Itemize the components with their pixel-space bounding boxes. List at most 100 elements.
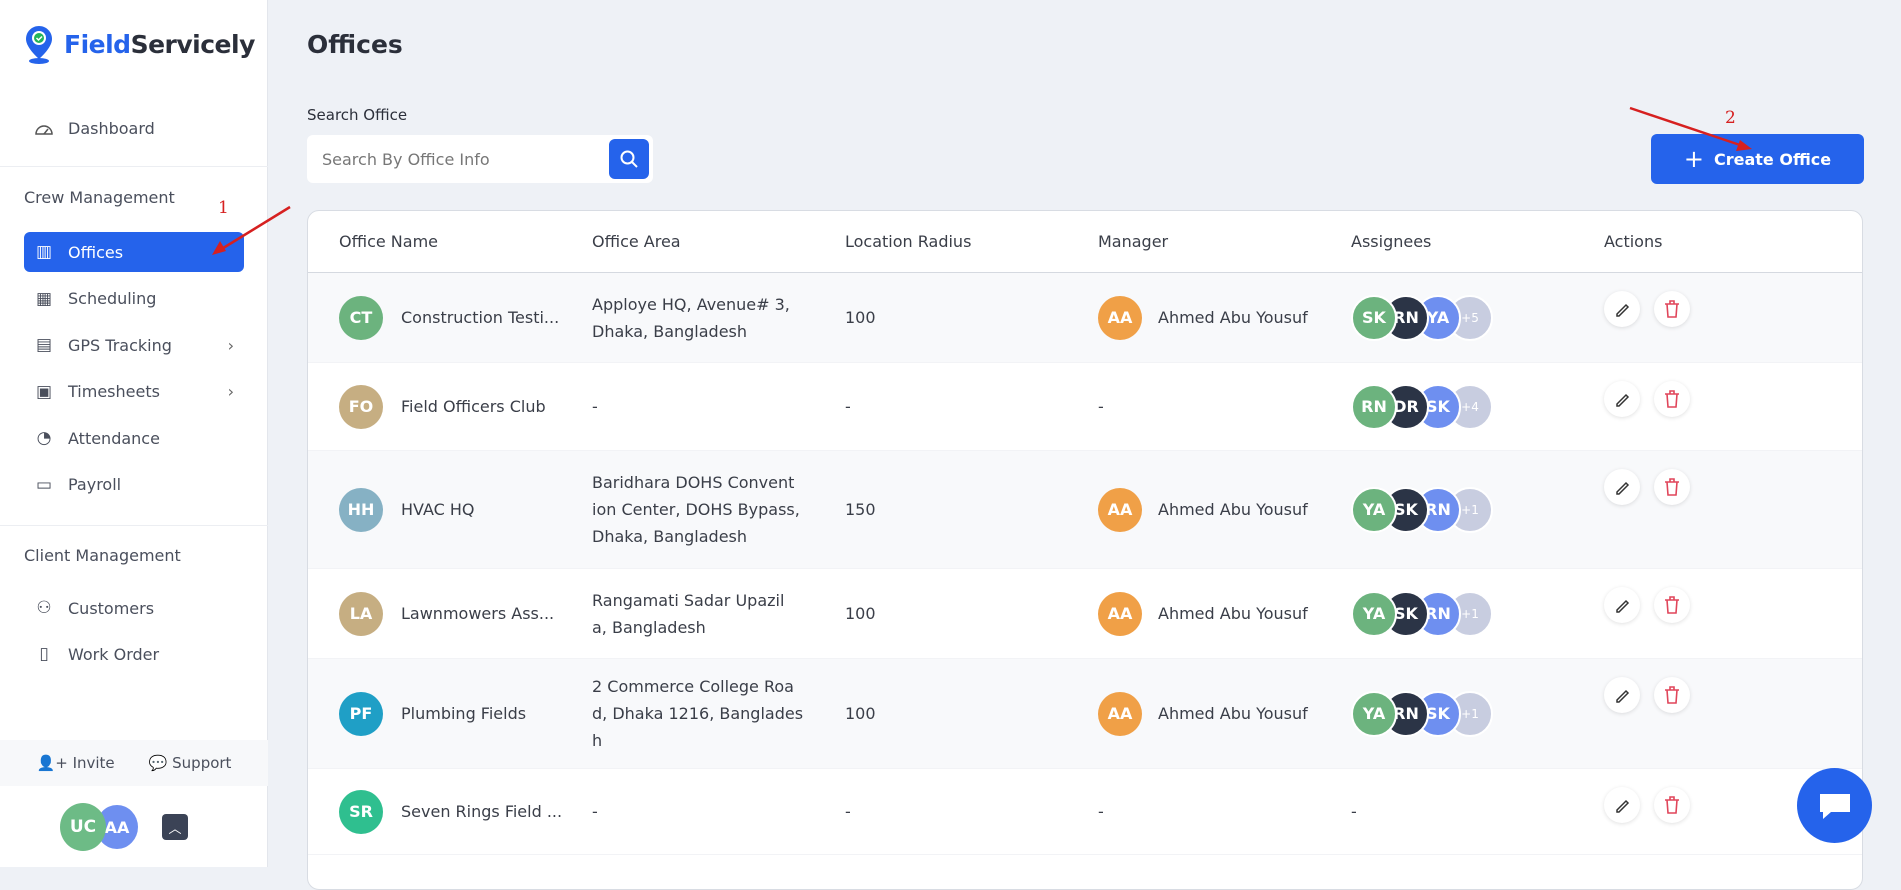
- office-name[interactable]: Lawnmowers Ass...: [401, 604, 554, 623]
- manager-avatar: AA: [1098, 487, 1142, 532]
- edit-button[interactable]: [1604, 787, 1640, 823]
- office-avatar: PF: [339, 691, 383, 736]
- office-area-line: -: [592, 802, 598, 821]
- create-office-label: Create Office: [1713, 149, 1832, 169]
- chevron-right-icon[interactable]: ›: [228, 382, 234, 401]
- assignee-avatar: YA: [1351, 690, 1397, 737]
- trash-icon: [1665, 686, 1679, 704]
- delete-button[interactable]: [1654, 587, 1690, 623]
- office-avatar: CT: [339, 295, 383, 340]
- document-icon: ▤: [35, 335, 53, 355]
- edit-button[interactable]: [1604, 291, 1640, 327]
- column-header: Assignees: [1351, 232, 1432, 251]
- pencil-icon: [1616, 393, 1630, 407]
- delete-button[interactable]: [1654, 469, 1690, 505]
- pencil-icon: [1616, 599, 1630, 613]
- sidebar-item-label: Offices: [68, 242, 124, 262]
- column-header: Actions: [1604, 232, 1663, 251]
- table-row[interactable]: HH HVAC HQ Baridhara DOHS Convent ion Cent…: [308, 451, 1862, 569]
- office-area-line: -: [592, 397, 598, 416]
- sidebar-item-timesheets[interactable]: ▣ Timesheets ›: [24, 372, 244, 412]
- search-box: [307, 135, 653, 183]
- edit-button[interactable]: [1604, 381, 1640, 417]
- support-label: Support: [172, 754, 232, 772]
- trash-icon: [1665, 478, 1679, 496]
- manager-name: Ahmed Abu Yousuf: [1158, 500, 1308, 519]
- client-management-heading: Client Management: [24, 546, 181, 565]
- table-row[interactable]: SR Seven Rings Field ... - - - -: [308, 769, 1862, 855]
- delete-button[interactable]: [1654, 381, 1690, 417]
- chat-button[interactable]: [1797, 768, 1872, 843]
- assignee-avatar: YA: [1351, 486, 1397, 533]
- no-assignees: -: [1351, 802, 1357, 821]
- brand-part1: Field: [64, 29, 131, 59]
- edit-button[interactable]: [1604, 677, 1640, 713]
- trash-icon: [1665, 390, 1679, 408]
- search-button[interactable]: [609, 139, 649, 179]
- office-name[interactable]: Plumbing Fields: [401, 704, 526, 723]
- assignee-stack: YA SK RN +1: [1351, 590, 1493, 637]
- sidebar-item-attendance[interactable]: ◔ Attendance: [24, 418, 244, 458]
- crew-management-heading: Crew Management: [24, 188, 175, 207]
- sidebar-item-offices[interactable]: ▥ Offices: [24, 232, 244, 272]
- pencil-icon: [1616, 481, 1630, 495]
- table-row[interactable]: LA Lawnmowers Ass... Rangamati Sadar Upaz…: [308, 569, 1862, 659]
- office-area-line: Dhaka, Bangladesh: [592, 321, 748, 341]
- sidebar-item-label: Work Order: [68, 644, 160, 664]
- office-area-line: Rangamati Sadar Upazil: [592, 590, 785, 610]
- office-area-line: Baridhara DOHS Convent: [592, 473, 795, 492]
- location-radius: 100: [845, 604, 876, 623]
- office-area-line: Dhaka, Bangladesh: [592, 527, 748, 546]
- office-name[interactable]: Seven Rings Field ...: [401, 802, 562, 821]
- office-name[interactable]: Field Officers Club: [401, 397, 546, 416]
- sidebar-item-payroll[interactable]: ▭ Payroll: [24, 465, 244, 505]
- sidebar-item-label: Payroll: [68, 475, 122, 494]
- office-avatar: FO: [339, 384, 383, 429]
- office-name[interactable]: HVAC HQ: [401, 500, 475, 519]
- manager-name: -: [1098, 397, 1104, 416]
- sidebar-item-gps-tracking[interactable]: ▤ GPS Tracking ›: [24, 325, 244, 365]
- manager-name: Ahmed Abu Yousuf: [1158, 604, 1308, 623]
- user-avatars[interactable]: UC AA ︿: [60, 803, 188, 851]
- page-title: Offices: [307, 30, 403, 59]
- support-button[interactable]: 💬 Support: [149, 754, 232, 772]
- sidebar-item-scheduling[interactable]: ▦ Scheduling: [24, 279, 244, 319]
- chevron-right-icon[interactable]: ›: [228, 336, 234, 355]
- location-radius: 100: [845, 704, 876, 723]
- sidebar-item-label: Scheduling: [68, 289, 157, 308]
- sidebar-item-label: GPS Tracking: [68, 335, 172, 355]
- pencil-icon: [1616, 303, 1630, 317]
- office-avatar: HH: [339, 487, 383, 532]
- sidebar-item-dashboard[interactable]: Dashboard: [24, 108, 244, 148]
- logo[interactable]: FieldServicely: [24, 24, 255, 64]
- sidebar: FieldServicely Dashboard Crew Management…: [0, 0, 268, 867]
- edit-button[interactable]: [1604, 587, 1640, 623]
- chevron-up-icon[interactable]: ︿: [162, 814, 188, 840]
- office-name[interactable]: Construction Testi...: [401, 308, 559, 327]
- delete-button[interactable]: [1654, 787, 1690, 823]
- table-row[interactable]: CT Construction Testi... Apploye HQ, Aven…: [308, 273, 1862, 363]
- assignee-stack: SK RN YA +5: [1351, 294, 1493, 341]
- edit-button[interactable]: [1604, 469, 1640, 505]
- assignee-stack: YA SK RN +1: [1351, 486, 1493, 533]
- delete-button[interactable]: [1654, 291, 1690, 327]
- delete-button[interactable]: [1654, 677, 1690, 713]
- wallet-icon: ▭: [35, 474, 53, 495]
- column-header: Location Radius: [845, 232, 972, 251]
- manager-avatar: AA: [1098, 691, 1142, 736]
- divider: [0, 525, 268, 526]
- offices-table: Office Name Office Area Location Radius Man…: [307, 210, 1863, 890]
- create-office-button[interactable]: + Create Office: [1651, 134, 1864, 184]
- table-row[interactable]: PF Plumbing Fields 2 Commerce College Roa…: [308, 659, 1862, 769]
- location-radius: 150: [845, 500, 876, 519]
- assignee-avatar: SK: [1351, 294, 1397, 341]
- sidebar-item-customers[interactable]: ⚇ Customers: [24, 588, 244, 628]
- assignee-avatar: RN: [1351, 383, 1397, 430]
- search-input[interactable]: [307, 135, 609, 183]
- table-row[interactable]: FO Field Officers Club - - - RN DR SK +4: [308, 363, 1862, 451]
- sidebar-item-work-order[interactable]: ▯ Work Order: [24, 634, 244, 674]
- invite-button[interactable]: 👤+ Invite: [37, 754, 115, 772]
- office-area-line: Apploye HQ, Avenue# 3,: [592, 294, 790, 314]
- pencil-icon: [1616, 689, 1630, 703]
- assignee-stack: YA RN SK +1: [1351, 690, 1493, 737]
